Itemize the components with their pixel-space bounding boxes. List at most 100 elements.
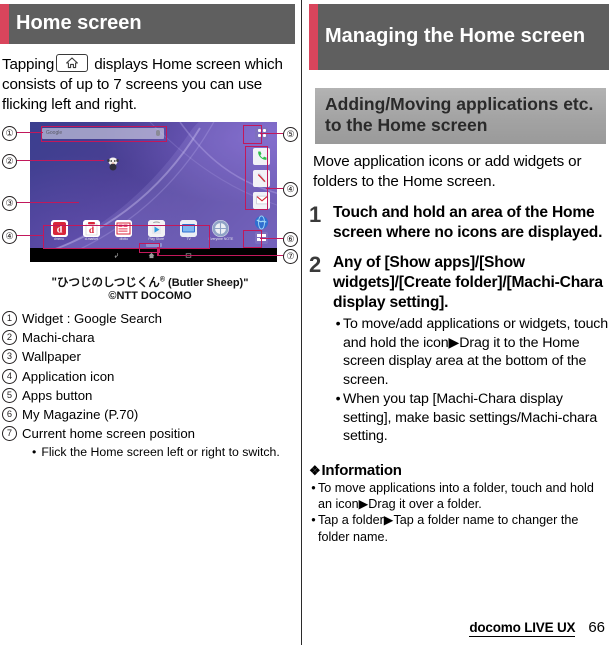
browser-icon[interactable] [253,214,270,231]
chapter-title: Home screen [16,11,142,34]
callout-number-4b: ④ [283,181,298,197]
chapter-title: Managing the Home screen [325,24,586,47]
caption-line-2: ©NTT DOCOMO [108,290,192,303]
legend-label: Application icon [22,368,115,384]
section-intro: Move application icons or add widgets or… [313,152,582,190]
machi-chara-icon [107,157,119,171]
dock-label: dfotto [119,237,129,242]
callout-number-5: ⑤ [283,126,298,142]
dock-label: Everyone NOTE [208,237,234,242]
information-heading: ❖Information [309,462,609,479]
legend-item: 6 My Magazine (P.70) [2,405,300,424]
my-magazine-icon[interactable] [255,231,268,244]
legend-item: 7 Current home screen position [2,424,300,443]
column-divider [301,0,302,645]
microphone-icon[interactable] [156,130,160,137]
tv-icon[interactable] [180,219,198,237]
dmenu-icon[interactable]: d [50,219,68,237]
legend-subnote: • Flick the Home screen left or right to… [32,444,300,462]
legend-label: Machi-chara [22,330,95,346]
bullet-dot: • [335,391,341,408]
contacts-icon[interactable] [253,169,270,187]
legend-item: 1 Widget : Google Search [2,309,300,328]
bullet-dot: • [335,316,341,333]
bullet-dot: • [32,445,37,460]
diamond-icon: ❖ [309,462,321,478]
dock-label: dmenu [53,237,65,242]
legend-number: 6 [2,406,17,422]
caption-en: (Butler Sheep)" [164,276,249,289]
home-key-icon [56,54,89,72]
phone-home-screen: Google d dmenu d d-market dfotto Play St… [30,121,277,262]
legend-label[interactable]: My Magazine (P.70) [22,405,300,424]
dock-label: Play Store [148,237,164,242]
navigation-bar [30,247,277,262]
footer-page-number: 66 [588,619,605,636]
app-icon[interactable] [212,219,230,237]
legend-number: 5 [2,387,17,403]
chapter-header-managing-home-screen: Managing the Home screen [309,4,609,70]
callout-number-4a: ④ [2,228,17,244]
intro-text-before: Tapping [2,56,55,73]
side-shortcut-column [253,147,270,236]
phone-icon[interactable] [253,147,270,165]
step-title: Touch and hold an area of the Home scree… [333,204,603,241]
chapter-header-home-screen: Home screen [0,4,295,44]
information-bullet: • To move applications into a folder, to… [309,480,609,513]
step-number: 1 [309,202,322,228]
home-screen-intro: Tapping displays Home screen which consi… [2,54,296,116]
bullet-dot: • [311,480,316,495]
information-heading-text: Information [321,461,402,479]
back-icon[interactable] [112,252,119,259]
information-bullet-text: To move applications into a folder, touc… [318,480,594,511]
callout-number-2: ② [2,153,17,169]
step-bullet: • To move/add applications or widgets, t… [333,315,609,389]
legend-label: Apps button [22,387,93,403]
apps-button-icon[interactable] [255,126,268,140]
legend-subnote-text: Flick the Home screen left or right to s… [41,445,280,460]
dock-item[interactable]: TV [176,219,202,242]
dock-item[interactable]: d d-market [78,219,104,242]
mail-icon[interactable] [253,191,270,209]
step-bullet: • When you tap [Machi-Chara display sett… [333,390,609,445]
legend-list: 1 Widget : Google Search 2 Machi-chara 3… [2,309,300,462]
home-icon[interactable] [148,252,155,259]
caption-line-1: "ひつじのしつじくん® (Butler Sheep)" [0,276,300,291]
legend-item: 4 Application icon [2,367,300,386]
dmarket-icon[interactable]: d [82,219,100,237]
step-bullet-text: To move/add applications or widgets, tou… [343,316,608,388]
recents-icon[interactable] [185,252,192,259]
section-title: Adding/Moving applications etc. to the H… [325,94,594,136]
dphoto-icon[interactable] [115,219,133,237]
legend-item: 3 Wallpaper [2,347,300,366]
section-header-adding-moving: Adding/Moving applications etc. to the H… [315,88,606,144]
step-bullets: • To move/add applications or widgets, t… [333,315,609,445]
caption-jp: "ひつじのしつじくん [51,276,160,289]
svg-text:d: d [89,226,95,236]
legend-label: Widget : Google Search [22,311,163,327]
google-search-widget[interactable]: Google [42,127,164,139]
legend-label: Wallpaper [22,349,81,365]
search-widget-label: Google [46,130,63,137]
legend-number: 3 [2,349,17,365]
dock-item[interactable]: dfotto [111,219,137,242]
information-bullet-text: Tap a folder▶Tap a folder name to change… [318,513,579,544]
current-home-screen-position-indicator [145,242,162,247]
play-store-icon[interactable] [147,219,165,237]
page-footer: docomo LIVE UX 66 [469,619,605,637]
dock-item[interactable]: d dmenu [46,219,72,242]
dock-item[interactable]: Play Store [143,219,169,242]
svg-text:d: d [56,224,62,235]
legend-number: 7 [2,426,17,441]
legend-number: 1 [2,311,17,327]
information-bullet: • Tap a folder▶Tap a folder name to chan… [309,512,609,545]
legend-label: Current home screen position [22,426,195,441]
callout-number-6: ⑥ [283,231,298,247]
dock-item[interactable]: Everyone NOTE [208,219,234,242]
bullet-dot: • [311,513,316,528]
manual-page: Home screen Tapping displays Home screen… [0,0,609,645]
legend-number: 2 [2,330,17,346]
step-title: Any of [Show apps]/[Show widgets]/[Creat… [333,254,603,311]
step-number: 2 [309,252,322,278]
footer-brand: docomo LIVE UX [469,620,576,637]
